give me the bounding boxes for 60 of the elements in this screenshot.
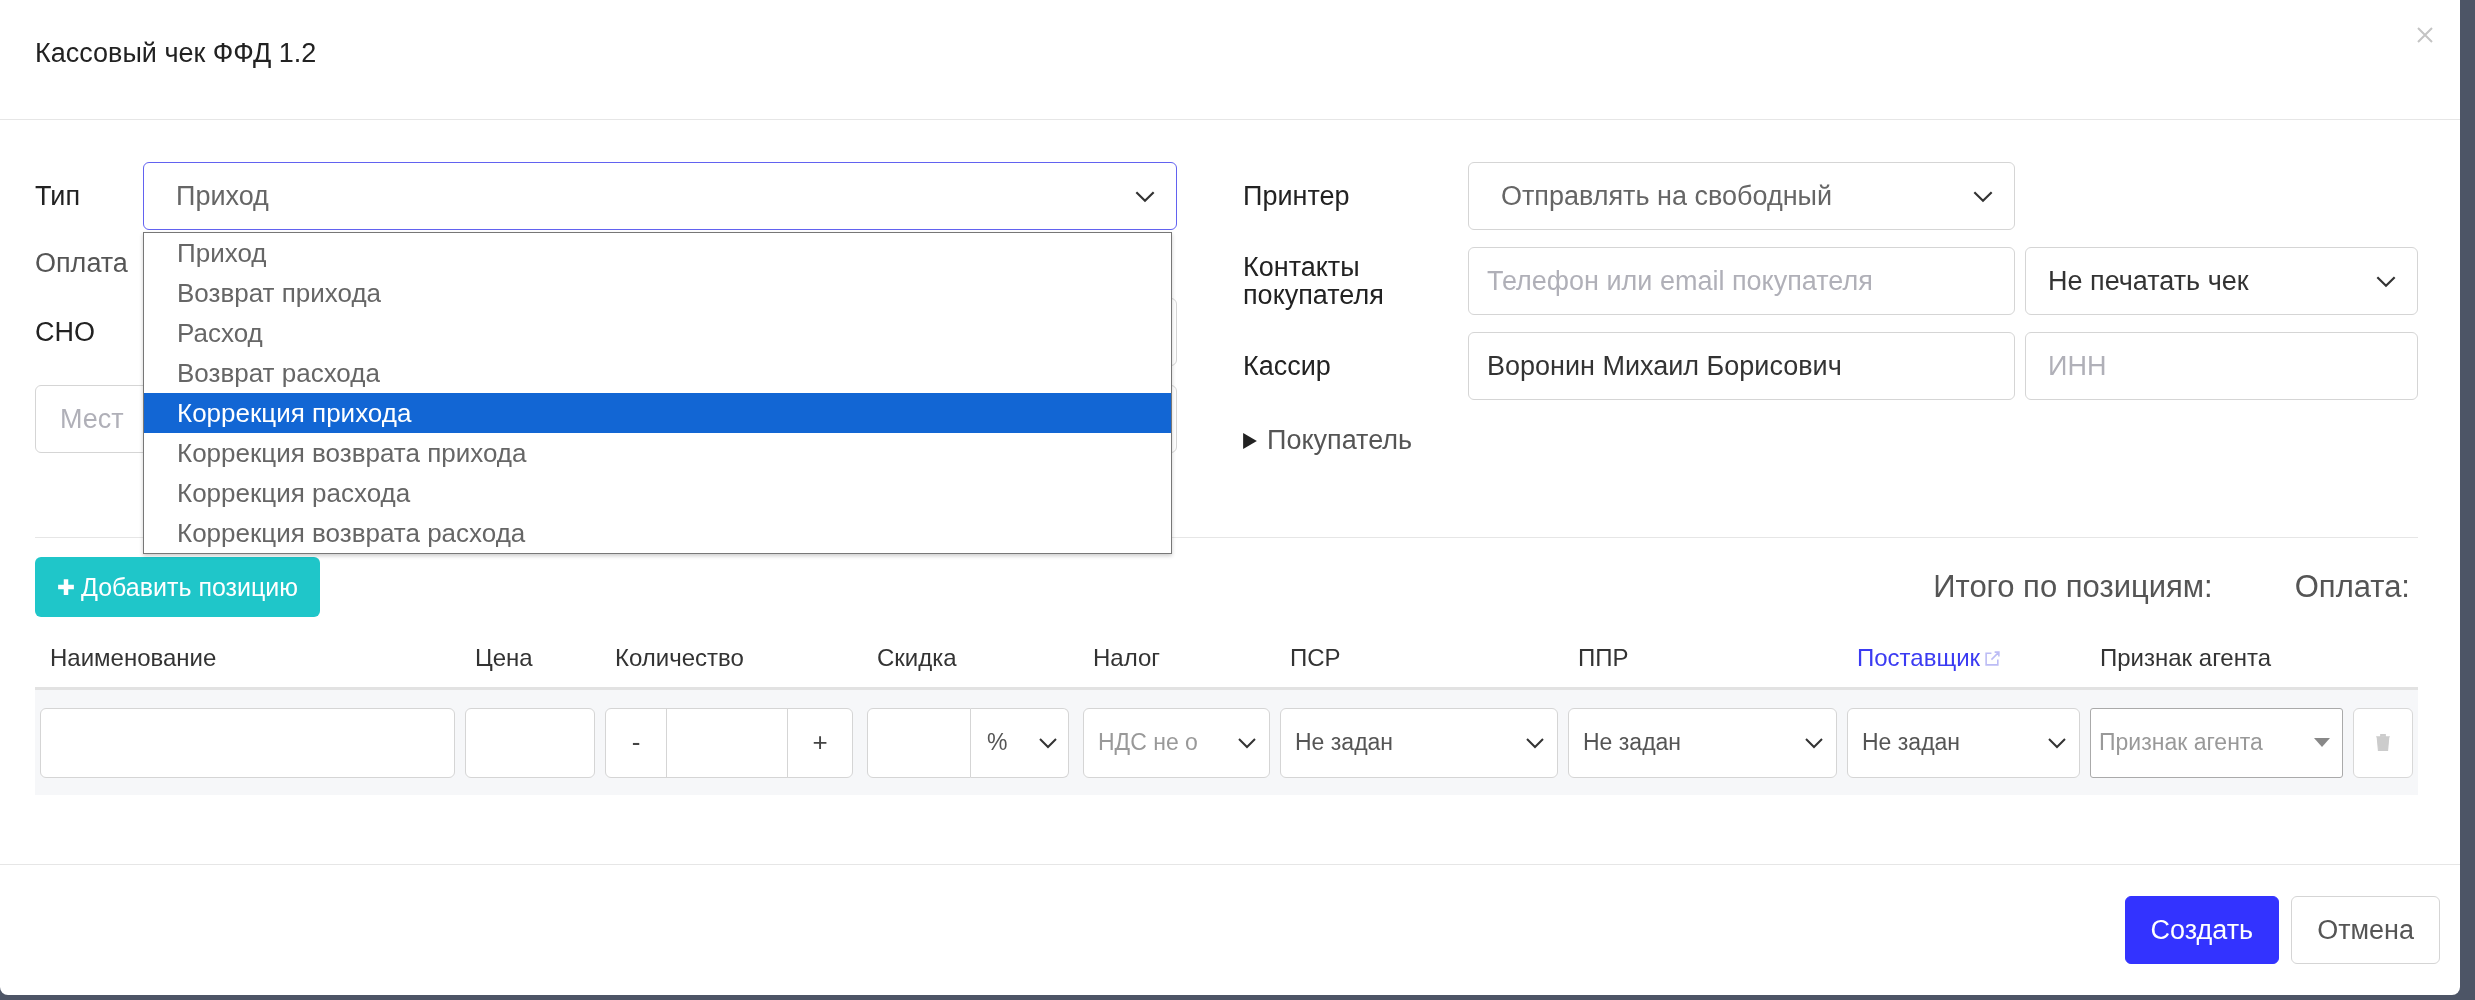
supplier-select[interactable]: Не задан <box>1847 707 2080 778</box>
column-header: Скидка <box>877 644 957 671</box>
field-label: Кассир <box>1243 350 1332 382</box>
ppr-select[interactable]: Не задан <box>1568 707 1837 778</box>
discount-field[interactable] <box>867 707 971 778</box>
triangle-down-icon <box>2314 738 2330 747</box>
footer-button[interactable]: Отмена <box>2291 896 2440 964</box>
decrement-button[interactable]: - <box>605 707 667 778</box>
psr-select[interactable]: Не задан <box>1280 707 1558 778</box>
chevron-down-icon <box>1804 736 1824 749</box>
external-link-icon <box>1984 649 2002 667</box>
field-label: Оплата <box>35 248 129 279</box>
column-header: Налог <box>1093 644 1161 671</box>
close-icon[interactable] <box>2415 24 2435 45</box>
name-field[interactable] <box>40 707 455 778</box>
dropdown-option[interactable]: Приход <box>144 233 1171 273</box>
totals-label: Итого по позициям: <box>1933 569 2213 605</box>
cashier-field[interactable]: Воронин Михаил Борисович <box>1468 332 2015 400</box>
triangle-icon <box>1243 432 1257 449</box>
field-label: Тип <box>35 180 81 212</box>
delete-button[interactable] <box>2353 707 2413 778</box>
increment-button[interactable]: + <box>787 707 853 778</box>
chevron-down-icon <box>1038 736 1058 749</box>
dropdown-option[interactable]: Коррекция расхода <box>144 473 1171 513</box>
plus-icon <box>57 578 75 596</box>
trash-icon <box>2375 733 2391 752</box>
field-label: Контакты покупателя <box>1243 252 1385 310</box>
column-header: ПСР <box>1290 644 1341 671</box>
dropdown-option[interactable]: Расход <box>144 313 1171 353</box>
quantity-field[interactable] <box>666 707 788 778</box>
buyer-toggle[interactable]: Покупатель <box>1243 425 1413 456</box>
chevron-down-icon <box>1525 736 1545 749</box>
field-label: Принтер <box>1243 180 1351 212</box>
totals-label: Оплата: <box>2294 569 2410 605</box>
dropdown-option[interactable]: Возврат расхода <box>144 353 1171 393</box>
chevron-down-icon <box>2047 736 2067 749</box>
inn-field[interactable]: ИНН <box>2025 332 2418 400</box>
dropdown-option[interactable]: Возврат прихода <box>144 273 1171 313</box>
chevron-down-icon <box>1134 189 1156 203</box>
chevron-down-icon <box>2375 274 2397 288</box>
dropdown-option[interactable]: Коррекция возврата прихода <box>144 433 1171 473</box>
dropdown-option[interactable]: Коррекция возврата расхода <box>144 513 1171 553</box>
column-header: Наименование <box>50 644 217 671</box>
column-header: Признак агента <box>2100 644 2272 671</box>
column-header: Количество <box>615 644 744 671</box>
price-field[interactable] <box>465 707 595 778</box>
field-label: СНО <box>35 316 96 348</box>
chevron-down-icon <box>1237 736 1257 749</box>
column-header: Цена <box>475 644 533 671</box>
print-mode-select[interactable]: Не печатать чек <box>2025 247 2418 315</box>
type-select[interactable]: Приход <box>143 162 1177 230</box>
column-header: ППР <box>1578 644 1629 671</box>
dropdown-option[interactable]: Коррекция прихода <box>144 393 1171 433</box>
footer-button[interactable]: Создать <box>2124 896 2280 964</box>
chevron-down-icon <box>1972 189 1994 203</box>
discount-unit-select[interactable]: % <box>971 707 1069 778</box>
column-header-link[interactable]: Поставщик <box>1857 644 2002 672</box>
dialog-title: Кассовый чек ФФД 1.2 <box>35 38 317 69</box>
printer-select[interactable]: Отправлять на свободный <box>1468 162 2015 230</box>
contacts-field[interactable]: Телефон или email покупателя <box>1468 247 2015 315</box>
